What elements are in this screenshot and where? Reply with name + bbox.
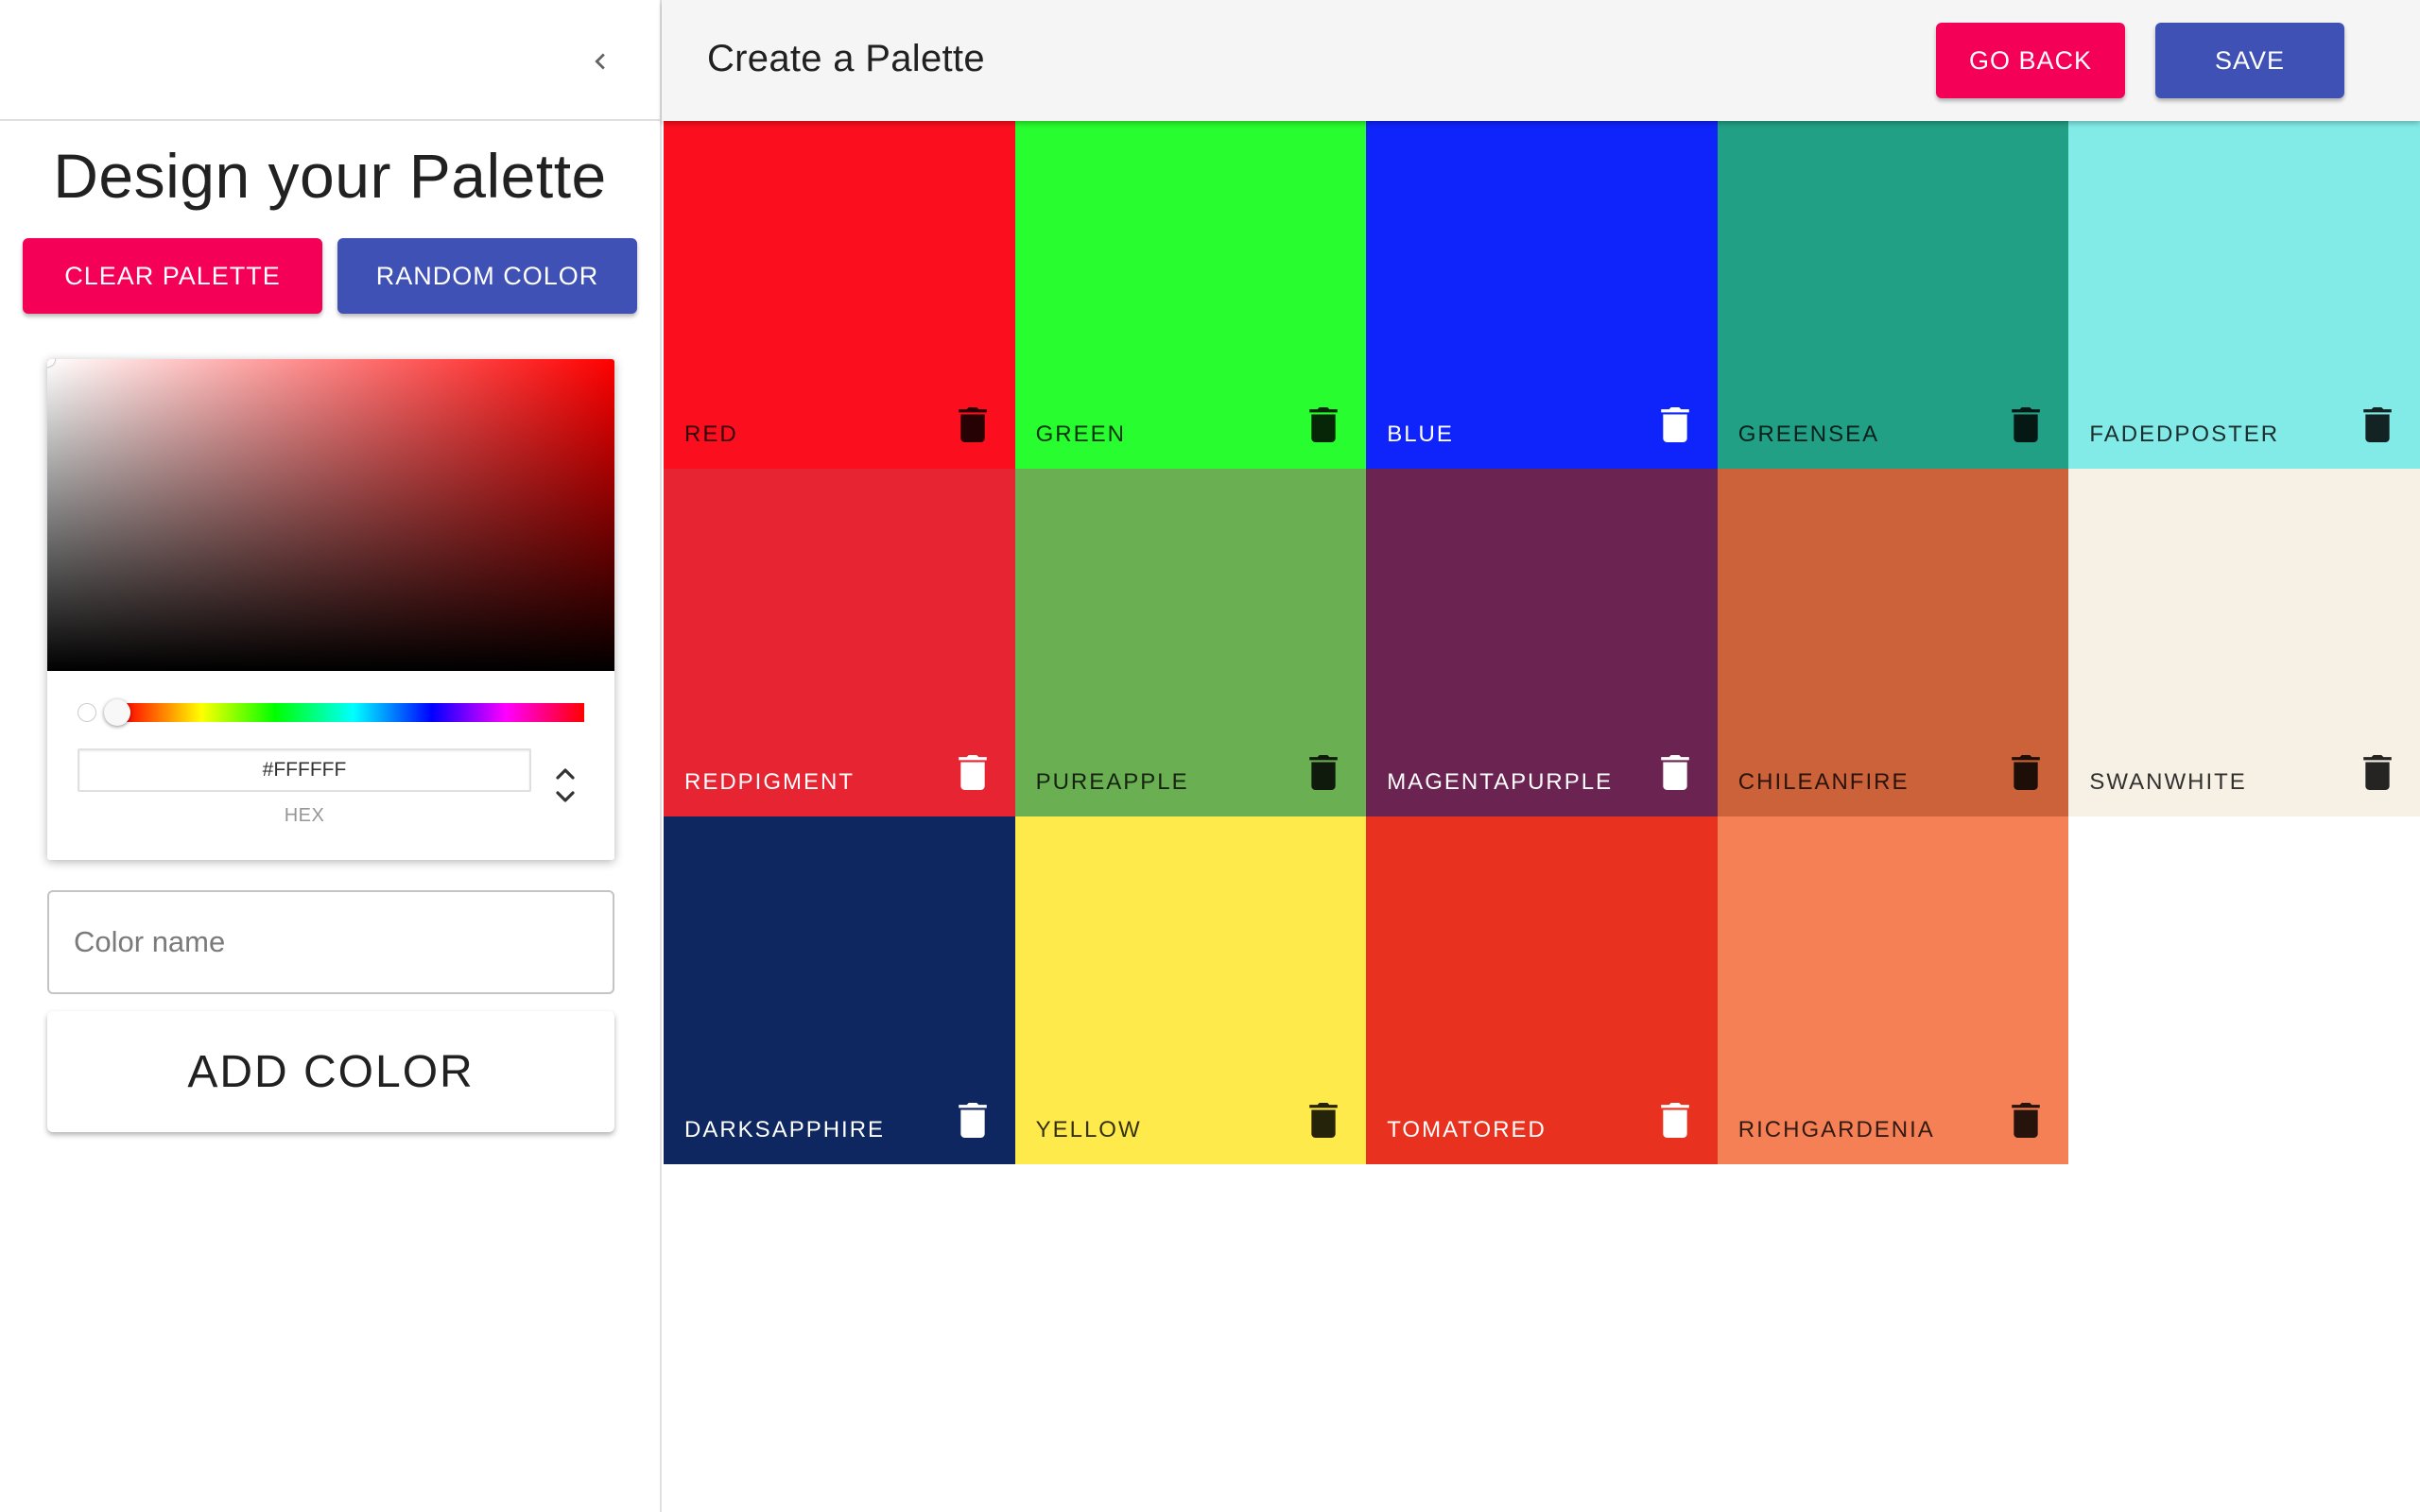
delete-color-button[interactable] — [958, 754, 987, 790]
trash-icon — [1309, 1103, 1338, 1138]
sidebar-actions: Clear Palette Random Color — [0, 238, 660, 314]
delete-color-button[interactable] — [1661, 754, 1689, 790]
trash-icon — [958, 1103, 987, 1138]
color-box[interactable]: greensea — [1717, 121, 2069, 469]
color-box-name: fadedposter — [2089, 421, 2280, 447]
delete-color-button[interactable] — [1309, 1102, 1338, 1138]
sidebar-title: Design your Palette — [53, 141, 607, 211]
color-name-input[interactable] — [49, 892, 613, 992]
clear-palette-button[interactable]: Clear Palette — [23, 238, 322, 314]
trash-icon — [2012, 407, 2041, 442]
color-box-name: pureapple — [1035, 769, 1189, 795]
trash-icon — [1661, 755, 1689, 790]
delete-color-button[interactable] — [2012, 1102, 2041, 1138]
color-box[interactable]: magentapurple — [1366, 469, 1718, 816]
hue-slider[interactable] — [123, 703, 584, 722]
color-box-name: red — [684, 421, 738, 447]
sidebar: Design your Palette Clear Palette Random… — [0, 0, 662, 1512]
unfold-arrows-icon — [556, 768, 575, 802]
trash-icon — [2012, 755, 2041, 790]
random-color-button[interactable]: Random Color — [337, 238, 637, 314]
color-box[interactable]: blue — [1366, 121, 1718, 469]
color-name-field — [47, 890, 614, 994]
saturation-area[interactable] — [47, 359, 614, 671]
save-button[interactable]: Save — [2155, 23, 2344, 98]
delete-color-button[interactable] — [2012, 754, 2041, 790]
delete-color-button[interactable] — [2012, 406, 2041, 442]
delete-color-button[interactable] — [958, 1102, 987, 1138]
color-box-name: chileanfire — [1737, 769, 1910, 795]
chevron-left-icon — [595, 53, 605, 70]
color-box-name: magentapurple — [1387, 769, 1614, 795]
trash-icon — [958, 407, 987, 442]
color-box[interactable]: fadedposter — [2068, 121, 2420, 469]
trash-icon — [1309, 407, 1338, 442]
trash-icon — [958, 755, 987, 790]
sidebar-header — [0, 0, 660, 121]
color-box-name: tomatored — [1387, 1117, 1547, 1143]
collapse-sidebar-button[interactable] — [577, 38, 624, 85]
delete-color-button[interactable] — [1309, 754, 1338, 790]
palette-grid: red green blue greensea fadedposter redpigmen… — [664, 121, 2420, 1164]
color-box-name: blue — [1387, 421, 1454, 447]
color-box-name: darksapphire — [684, 1117, 886, 1143]
color-box-name: green — [1035, 421, 1126, 447]
delete-color-button[interactable] — [1661, 1102, 1689, 1138]
hex-input[interactable] — [78, 748, 531, 792]
format-toggle-button[interactable] — [546, 760, 584, 811]
current-color-swatch — [78, 703, 96, 722]
delete-color-button[interactable] — [1309, 406, 1338, 442]
delete-color-button[interactable] — [958, 406, 987, 442]
color-box[interactable]: swanwhite — [2068, 469, 2420, 816]
trash-icon — [2012, 1103, 2041, 1138]
picker-controls: HEX — [47, 671, 614, 860]
color-box[interactable]: chileanfire — [1717, 469, 2069, 816]
color-box-name: swanwhite — [2089, 769, 2247, 795]
app-bar: Create a Palette Go Back Save — [662, 0, 2420, 121]
color-box-name: yellow — [1035, 1117, 1142, 1143]
trash-icon — [1309, 755, 1338, 790]
trash-icon — [2363, 407, 2392, 442]
color-box-name: greensea — [1737, 421, 1880, 447]
delete-color-button[interactable] — [1661, 406, 1689, 442]
color-box[interactable]: richgardenia — [1717, 816, 2069, 1164]
delete-color-button[interactable] — [2363, 406, 2392, 442]
color-box-name: redpigment — [684, 769, 856, 795]
go-back-button[interactable]: Go Back — [1936, 23, 2125, 98]
hex-label: HEX — [284, 805, 325, 826]
color-box[interactable]: yellow — [1014, 816, 1367, 1164]
add-color-button[interactable]: Add Color — [47, 1011, 614, 1132]
delete-color-button[interactable] — [2363, 754, 2392, 790]
page-title: Create a Palette — [707, 38, 985, 79]
trash-icon — [1661, 407, 1689, 442]
color-box[interactable]: redpigment — [664, 469, 1015, 816]
color-box[interactable]: green — [1014, 121, 1367, 469]
hue-slider-thumb[interactable] — [104, 699, 130, 726]
color-picker: HEX — [47, 359, 614, 860]
color-box[interactable]: tomatored — [1366, 816, 1718, 1164]
color-box[interactable]: red — [664, 121, 1015, 469]
color-box[interactable]: pureapple — [1014, 469, 1367, 816]
trash-icon — [1661, 1103, 1689, 1138]
trash-icon — [2363, 755, 2392, 790]
color-box-name: richgardenia — [1737, 1117, 1935, 1143]
color-box[interactable]: darksapphire — [664, 816, 1015, 1164]
